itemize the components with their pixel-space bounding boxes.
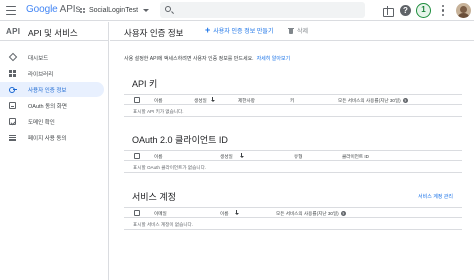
column-header-name[interactable]: 이름 [154,98,162,104]
table-empty-row: 표시할 API 키가 없습니다. [124,105,462,117]
table-header: 이름 생성일 제한사항 키 모든 서비스의 사용률(지난 30일)? [124,94,462,105]
top-app-bar: Google APIs SocialLoginTest ? 1 [0,0,474,21]
column-header-usage[interactable]: 모든 서비스의 사용률(지난 30일)? [338,98,408,104]
create-credentials-label: 사용자 인증 정보 만들기 [213,29,274,35]
column-header-usage[interactable]: 모든 서비스의 사용률(지난 30일)? [276,211,346,217]
sidebar-nav: 대시보드 라이브러리 사용자 인증 정보 OAuth 동의 화면 도메인 확인 … [0,50,108,146]
column-header-created[interactable]: 생성일 [194,98,207,104]
google-apis-logo[interactable]: Google APIs [26,4,80,15]
avatar[interactable] [456,3,471,18]
learn-more-link[interactable]: 자세히 알아보기 [257,56,291,62]
sort-descending-icon[interactable] [210,97,215,103]
logo-apis: APIs [59,4,81,15]
table-header: 이름 생성일 유형 클라이언트 ID [124,150,462,161]
project-name: SocialLoginTest [89,7,139,14]
consent-icon [9,102,16,109]
notification-badge[interactable]: 1 [416,3,431,18]
logo-google: Google [26,4,58,15]
search-input[interactable] [160,2,365,18]
api-logo-icon: API [6,27,21,36]
sidebar: API API 및 서비스 대시보드 라이브러리 사용자 인증 정보 OAuth… [0,22,109,280]
usage-label: 모든 서비스의 사용률(지난 30일) [338,97,401,103]
sidebar-item-library[interactable]: 라이브러리 [0,66,108,81]
column-header-created[interactable]: 생성일 [220,154,233,160]
intro-description: 사용 설정한 API에 액세스하려면 사용자 인증 정보를 만드세요. [124,56,254,62]
column-header-key[interactable]: 키 [290,98,294,104]
service-accounts-title: 서비스 계정 [132,192,176,202]
verify-icon [9,118,16,125]
content-header: 사용자 인증 정보 + 사용자 인증 정보 만들기 삭제 [110,22,474,41]
select-all-checkbox[interactable] [134,97,140,103]
project-dots-icon [80,7,86,14]
sidebar-item-oauth-consent[interactable]: OAuth 동의 화면 [0,98,108,113]
empty-message: 표시할 OAuth 클라이언트가 없습니다. [133,164,207,170]
column-header-name[interactable]: 이름 [220,211,228,217]
project-selector[interactable]: SocialLoginTest [80,3,150,18]
sidebar-item-label: 페이지 사용 동의 [28,135,67,142]
api-keys-title: API 키 [132,79,158,89]
empty-message: 표시할 API 키가 없습니다. [133,108,184,114]
help-icon[interactable]: ? [340,211,346,216]
sidebar-item-label: 대시보드 [28,55,49,62]
column-header-type[interactable]: 유형 [294,154,302,160]
oauth-clients-title: OAuth 2.0 클라이언트 ID [132,135,228,145]
column-header-email[interactable]: 이메일 [154,211,167,217]
delete-label: 삭제 [297,29,309,35]
sidebar-item-label: OAuth 동의 화면 [28,103,67,110]
select-all-checkbox[interactable] [134,153,140,159]
intro-text: 사용 설정한 API에 액세스하려면 사용자 인증 정보를 만드세요. 자세히 알… [124,55,290,62]
chevron-down-icon [143,9,150,12]
trash-icon [288,27,294,34]
api-keys-table: 이름 생성일 제한사항 키 모든 서비스의 사용률(지난 30일)? 표시할 A… [124,94,462,117]
empty-message: 표시할 서비스 계정이 없습니다. [133,221,194,227]
table-header: 이메일 이름 모든 서비스의 사용률(지난 30일)? [124,207,462,218]
sidebar-item-label: 사용자 인증 정보 [28,87,67,94]
select-all-checkbox[interactable] [134,210,140,216]
sidebar-item-page-consent[interactable]: 페이지 사용 동의 [0,130,108,145]
manage-service-accounts-link[interactable]: 서비스 계정 관리 [418,193,453,200]
table-empty-row: 표시할 서비스 계정이 없습니다. [124,218,462,230]
usage-label: 모든 서비스의 사용률(지난 30일) [276,210,339,216]
sidebar-title: API 및 서비스 [28,28,78,38]
help-icon[interactable]: ? [400,5,411,16]
page-title: 사용자 인증 정보 [124,28,184,38]
table-empty-row: 표시할 OAuth 클라이언트가 없습니다. [124,161,462,173]
column-header-restrictions[interactable]: 제한사항 [238,98,255,104]
menu-icon[interactable] [6,6,16,15]
help-icon[interactable]: ? [402,98,408,103]
more-vert-icon[interactable] [442,5,445,16]
settings-icon [9,134,16,141]
sort-ascending-icon[interactable] [234,210,239,216]
plus-icon: + [205,25,211,35]
key-icon [9,86,17,93]
sort-descending-icon[interactable] [239,153,244,159]
create-credentials-button[interactable]: + 사용자 인증 정보 만들기 [205,25,274,36]
delete-button[interactable]: 삭제 [288,26,308,35]
column-header-name[interactable]: 이름 [154,154,162,160]
sidebar-item-label: 도메인 확인 [28,119,55,126]
service-accounts-table: 이메일 이름 모든 서비스의 사용률(지난 30일)? 표시할 서비스 계정이 … [124,207,462,230]
gift-icon[interactable] [382,5,394,17]
oauth-clients-table: 이름 생성일 유형 클라이언트 ID 표시할 OAuth 클라이언트가 없습니다… [124,150,462,173]
diamond-icon [8,52,18,62]
column-header-client-id[interactable]: 클라이언트 ID [342,154,369,160]
library-icon [9,70,16,77]
sidebar-header: API API 및 서비스 [0,22,108,41]
sidebar-item-label: 라이브러리 [28,71,54,78]
sidebar-item-dashboard[interactable]: 대시보드 [0,50,108,65]
sidebar-item-credentials[interactable]: 사용자 인증 정보 [0,82,104,97]
sidebar-item-domain-verification[interactable]: 도메인 확인 [0,114,108,129]
search-icon [165,6,171,12]
